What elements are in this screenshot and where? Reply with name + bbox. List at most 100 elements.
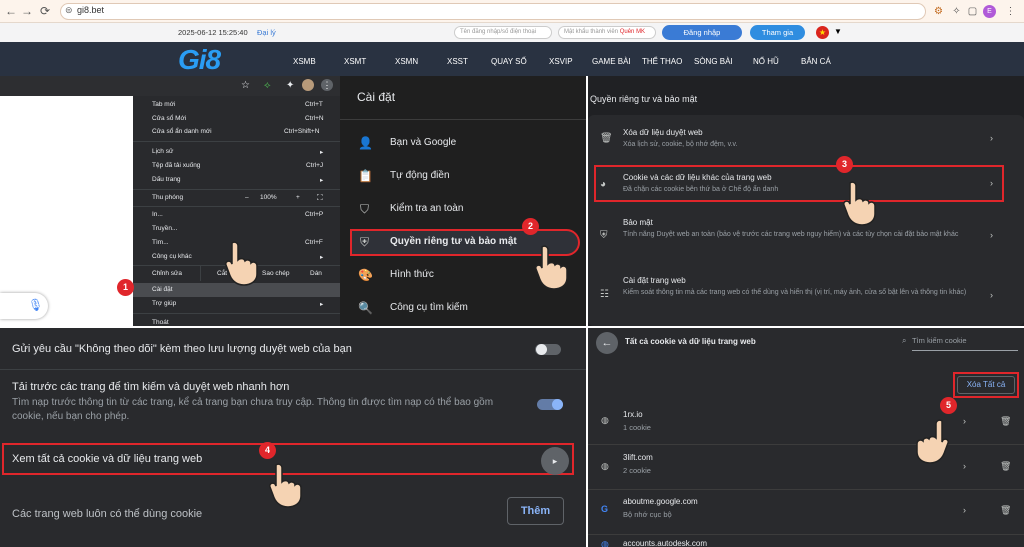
vietnam-flag-icon[interactable]: ★ <box>816 26 829 39</box>
back-icon[interactable]: ← <box>4 4 18 18</box>
site-settings-title[interactable]: Cài đặt trang web <box>623 276 686 285</box>
clipboard-icon: 📋 <box>358 169 373 183</box>
nav-no-hu[interactable]: NỔ HŨ <box>753 57 779 66</box>
address-bar[interactable] <box>60 3 926 20</box>
menu-history[interactable]: Lịch sử <box>152 148 173 155</box>
globe-icon: ◍ <box>601 415 609 425</box>
pointing-hand-icon <box>843 181 876 226</box>
menu-settings[interactable]: Cài đặt <box>152 286 173 293</box>
extension-icon[interactable]: ⚙ <box>932 5 945 18</box>
extension-green-icon[interactable]: ⟡ <box>264 80 271 91</box>
delete-icon[interactable]: 🗑 <box>1000 416 1011 427</box>
menu-print[interactable]: In... <box>152 211 163 218</box>
browser-toolbar: ← → ⟳ ⊜ gi8.bet ⚙ ✧ ▢ E ⋮ <box>0 0 1024 23</box>
chrome-menu-icon[interactable]: ⋮ <box>321 79 333 91</box>
menu-exit[interactable]: Thoát <box>152 319 169 326</box>
menu-help[interactable]: Trợ giúp <box>152 300 176 307</box>
always-allow-label: Các trang web luôn có thể dùng cookie <box>12 508 203 520</box>
shortcut: Ctrl+P <box>305 211 324 218</box>
forward-icon[interactable]: → <box>20 4 34 18</box>
clear-browsing-title[interactable]: Xóa dữ liệu duyệt web <box>623 128 703 137</box>
search-icon: ⌕ <box>902 336 907 345</box>
menu-downloads[interactable]: Tệp đã tải xuống <box>152 162 200 169</box>
chevron-right-icon[interactable]: › <box>990 230 993 240</box>
login-input[interactable]: Tên đăng nhập/số điện thoại <box>454 26 552 39</box>
url-text: gi8.bet <box>77 5 105 15</box>
security-title[interactable]: Bảo mật <box>623 218 653 227</box>
menu-more-tools[interactable]: Công cụ khác <box>152 253 192 260</box>
join-button[interactable]: Tham gia <box>750 25 805 40</box>
chevron-right-icon[interactable]: › <box>990 178 993 188</box>
chevron-right-icon[interactable]: › <box>990 290 993 300</box>
cookie-site-row[interactable] <box>588 400 1024 445</box>
clear-all-button[interactable]: Xóa Tất cả <box>957 376 1015 394</box>
zoom-in-button[interactable]: + <box>296 194 300 201</box>
add-site-button[interactable]: Thêm <box>507 497 564 525</box>
fullscreen-icon[interactable]: ⛶ <box>317 193 323 203</box>
chevron-right-icon[interactable]: › <box>963 461 966 471</box>
chevron-right-icon[interactable]: › <box>990 133 993 143</box>
menu-find[interactable]: Tìm... <box>152 239 169 246</box>
sliders-icon: ☷ <box>600 289 609 300</box>
agent-link[interactable]: Đại lý <box>257 28 276 37</box>
forgot-link[interactable]: Quên MK <box>620 29 645 35</box>
login-button[interactable]: Đăng nhập <box>662 25 742 40</box>
settings-you-and-google[interactable]: Bạn và Google <box>390 137 456 148</box>
site-info-icon[interactable]: ⊜ <box>65 5 73 16</box>
settings-safety-check[interactable]: Kiểm tra an toàn <box>390 203 463 214</box>
back-arrow-icon[interactable]: ← <box>596 332 618 354</box>
puzzle-extension-icon[interactable]: ✦ <box>286 80 294 91</box>
cookies-title[interactable]: Cookie và các dữ liệu khác của trang web <box>623 173 772 182</box>
nav-xsmn[interactable]: XSMN <box>395 57 418 66</box>
profile-photo[interactable] <box>302 79 314 91</box>
chevron-right-icon[interactable]: ▸ <box>541 447 569 475</box>
divider <box>133 313 340 314</box>
nav-xsst[interactable]: XSST <box>447 57 468 66</box>
password-input[interactable]: Mật khẩu thành viên Quên MK <box>558 26 656 39</box>
star-icon[interactable]: ☆ <box>241 80 250 91</box>
reload-icon[interactable]: ⟳ <box>38 4 52 18</box>
site-cookie-count: 2 cookie <box>623 466 651 475</box>
chevron-right-icon[interactable]: › <box>963 505 966 515</box>
nav-xsmb[interactable]: XSMB <box>293 57 316 66</box>
site-name: aboutme.google.com <box>623 497 698 506</box>
nav-xsmt[interactable]: XSMT <box>344 57 366 66</box>
chevron-right-icon[interactable]: › <box>963 416 966 426</box>
delete-icon[interactable]: 🗑 <box>1000 505 1011 516</box>
cookie-search-input[interactable]: Tìm kiếm cookie <box>912 335 1018 351</box>
menu-incognito[interactable]: Cửa sổ ẩn danh mới <box>152 128 212 135</box>
nav-song-bai[interactable]: SÒNG BÀI <box>694 57 733 66</box>
copy-button[interactable]: Sao chép <box>262 270 289 277</box>
settings-autofill[interactable]: Tự động điền <box>390 170 450 181</box>
chevron-down-icon[interactable]: ▼ <box>834 27 842 36</box>
nav-the-thao[interactable]: THỂ THAO <box>642 57 682 66</box>
menu-bookmarks[interactable]: Dấu trang <box>152 176 181 183</box>
profile-avatar[interactable]: E <box>983 5 996 18</box>
mic-icon[interactable]: 🎙 <box>28 298 43 312</box>
site-name: accounts.autodesk.com <box>623 539 708 547</box>
site-logo[interactable]: Gi8 <box>178 44 221 76</box>
settings-privacy[interactable]: Quyền riêng tư và bảo mật <box>390 236 517 247</box>
menu-cast[interactable]: Truyền... <box>152 225 177 232</box>
nav-game-bai[interactable]: GAME BÀI <box>592 57 631 66</box>
tab-icon[interactable]: ▢ <box>966 5 979 18</box>
menu-dots-icon[interactable]: ⋮ <box>1004 5 1017 18</box>
nav-xsvip[interactable]: XSVIP <box>549 57 573 66</box>
delete-icon[interactable]: 🗑 <box>1000 461 1011 472</box>
shield-icon: ⛨ <box>359 235 369 249</box>
puzzle-icon[interactable]: ✧ <box>950 5 963 18</box>
settings-search-engine[interactable]: Công cụ tìm kiếm <box>390 302 468 313</box>
menu-new-tab[interactable]: Tab mới <box>152 101 175 108</box>
settings-appearance[interactable]: Hình thức <box>390 269 434 280</box>
nav-quay-so[interactable]: QUAY SỐ <box>491 57 527 66</box>
paste-button[interactable]: Dán <box>310 270 322 277</box>
see-all-cookies-label[interactable]: Xem tất cả cookie và dữ liệu trang web <box>12 453 202 465</box>
shortcut: Ctrl+J <box>306 162 324 169</box>
zoom-level: 100% <box>260 194 277 201</box>
site-name: 1rx.io <box>623 410 643 419</box>
menu-new-window[interactable]: Cửa sổ Mới <box>152 115 186 122</box>
nav-ban-ca[interactable]: BẮN CÁ <box>801 57 831 66</box>
cookie-site-row[interactable] <box>588 445 1024 490</box>
cookies-sub: Đã chặn các cookie bên thứ ba ở Chế độ ẩ… <box>623 186 779 193</box>
zoom-out-button[interactable]: – <box>245 194 249 201</box>
